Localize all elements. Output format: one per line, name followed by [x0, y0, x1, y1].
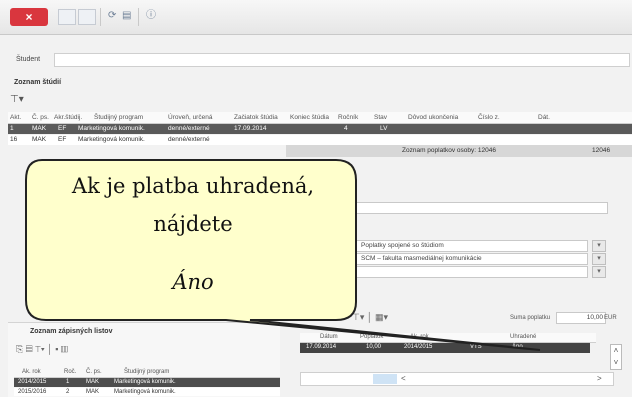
callout-line-3: Áno [172, 270, 214, 294]
callout-line-2: nájdete [153, 212, 233, 236]
callout-line-1: Ak je platba uhradená, [71, 174, 315, 198]
callout-bubble [25, 159, 541, 351]
